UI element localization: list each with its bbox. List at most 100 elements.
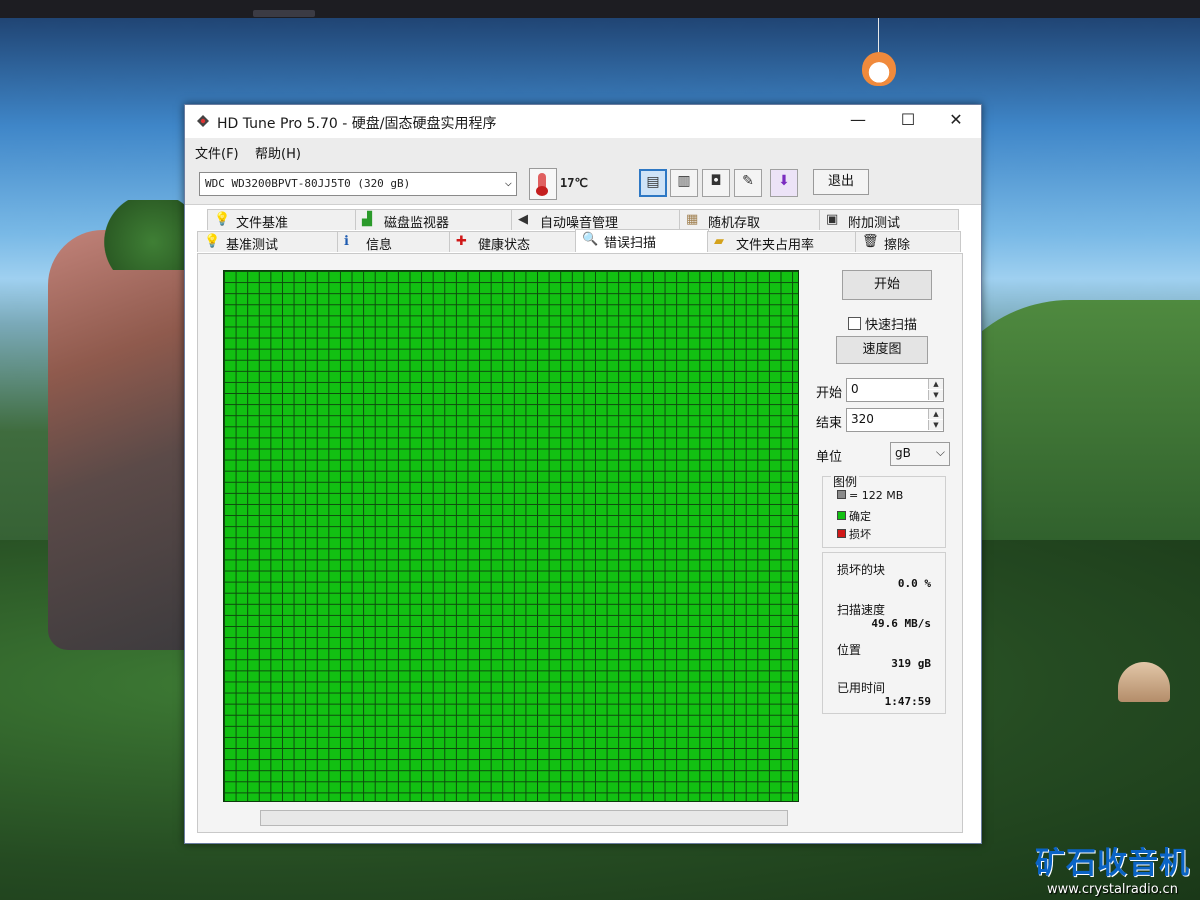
site-watermark: 矿石收音机 www.crystalradio.cn bbox=[1030, 838, 1195, 897]
screenshot-button[interactable]: ◘ bbox=[702, 169, 730, 197]
legend-swatch-ok bbox=[837, 511, 846, 520]
chart-icon: ▟ bbox=[362, 212, 372, 227]
quick-scan-option[interactable]: 快速扫描 bbox=[848, 314, 917, 333]
hd-tune-window: HD Tune Pro 5.70 - 硬盘/固态硬盘实用程序 — ☐ ✕ 文件(… bbox=[184, 104, 982, 844]
close-button[interactable]: ✕ bbox=[933, 105, 979, 135]
menu-help[interactable]: 帮助(H) bbox=[255, 143, 301, 162]
bulb-icon: 💡 bbox=[214, 212, 231, 227]
legend-block-size: = 122 MB bbox=[837, 489, 903, 502]
window-title: HD Tune Pro 5.70 - 硬盘/固态硬盘实用程序 bbox=[217, 116, 497, 132]
thermometer-icon bbox=[529, 168, 557, 200]
tab-label: 随机存取 bbox=[708, 216, 761, 231]
position-value: 319 gB bbox=[891, 657, 931, 670]
spin-up-icon[interactable]: ▲ bbox=[928, 409, 943, 419]
tab-extra-tests[interactable]: ▣ 附加测试 bbox=[819, 209, 959, 231]
desktop-pet-string bbox=[878, 18, 879, 54]
unit-select-value: gB bbox=[895, 446, 911, 460]
speaker-icon: ◀ bbox=[518, 212, 528, 227]
damaged-blocks-value: 0.0 % bbox=[897, 577, 931, 590]
unit-label: 单位 bbox=[816, 450, 843, 465]
info-icon: ℹ bbox=[344, 234, 349, 249]
legend-swatch-block bbox=[837, 490, 846, 499]
download-arrow-icon: ⬇ bbox=[778, 173, 790, 189]
options-button[interactable]: ✎ bbox=[734, 169, 762, 197]
start-scan-button[interactable]: 开始 bbox=[842, 270, 932, 300]
spin-up-icon[interactable]: ▲ bbox=[928, 379, 943, 389]
legend-bad-text: 损坏 bbox=[849, 528, 871, 541]
tab-label: 文件基准 bbox=[236, 216, 289, 231]
spin-down-icon[interactable]: ▼ bbox=[928, 420, 943, 430]
menu-file[interactable]: 文件(F) bbox=[195, 143, 239, 162]
scan-block-grid bbox=[223, 270, 799, 802]
magnifier-icon: 🔍 bbox=[582, 232, 599, 247]
unit-select[interactable]: gB ⌵ bbox=[890, 442, 950, 466]
copy-icon: ▤ bbox=[646, 174, 660, 190]
bulb-icon: 💡 bbox=[204, 234, 221, 249]
chevron-down-icon: ⌵ bbox=[504, 175, 512, 189]
quick-scan-checkbox[interactable] bbox=[848, 317, 861, 330]
start-position-value: 0 bbox=[851, 382, 859, 396]
end-position-field[interactable]: 320 ▲ ▼ bbox=[846, 408, 944, 432]
legend-title: 图例 bbox=[831, 473, 860, 490]
drive-select-value: WDC WD3200BPVT-80JJ5T0 (320 gB) bbox=[205, 177, 411, 190]
tab-error-scan[interactable]: 🔍 错误扫描 bbox=[575, 229, 709, 252]
legend-ok: 确定 bbox=[837, 508, 871, 524]
window-icon: ▣ bbox=[826, 212, 839, 227]
scan-progress-bar bbox=[260, 810, 788, 826]
save-button[interactable]: ⬇ bbox=[770, 169, 798, 197]
exit-button[interactable]: 退出 bbox=[813, 169, 869, 195]
watermark-title: 矿石收音机 bbox=[1035, 846, 1190, 881]
tab-label: 文件夹占用率 bbox=[736, 238, 815, 253]
tab-random-access[interactable]: ▦ 随机存取 bbox=[679, 209, 821, 231]
tab-erase[interactable]: 🗑 擦除 bbox=[855, 231, 961, 253]
tools-icon: ✎ bbox=[742, 173, 754, 189]
tab-file-benchmark[interactable]: 💡 文件基准 bbox=[207, 209, 357, 231]
scan-speed-label: 扫描速度 bbox=[837, 603, 886, 617]
tab-label: 擦除 bbox=[884, 238, 911, 253]
tab-aam[interactable]: ◀ 自动噪音管理 bbox=[511, 209, 681, 231]
tab-label: 磁盘监视器 bbox=[384, 216, 450, 231]
folder-icon: ▰ bbox=[714, 234, 724, 249]
elapsed-time-value: 1:47:59 bbox=[884, 695, 931, 708]
tab-benchmark[interactable]: 💡 基准测试 bbox=[197, 231, 339, 253]
cross-icon: ✚ bbox=[456, 234, 467, 249]
maximize-button[interactable]: ☐ bbox=[885, 105, 931, 135]
tab-label: 附加测试 bbox=[848, 216, 901, 231]
quick-scan-label: 快速扫描 bbox=[865, 318, 918, 333]
copy-all-button[interactable]: ▥ bbox=[670, 169, 698, 197]
camera-icon: ◘ bbox=[710, 173, 722, 189]
start-position-field[interactable]: 0 ▲ ▼ bbox=[846, 378, 944, 402]
tab-health[interactable]: ✚ 健康状态 bbox=[449, 231, 577, 253]
copy-all-icon: ▥ bbox=[677, 173, 691, 189]
temperature-readout: 17℃ bbox=[560, 176, 588, 190]
desktop-pet-icon[interactable] bbox=[862, 52, 896, 86]
start-label: 开始 bbox=[816, 386, 843, 401]
dice-icon: ▦ bbox=[686, 212, 699, 227]
toolbar: WDC WD3200BPVT-80JJ5T0 (320 gB) ⌵ 17℃ ▤ … bbox=[185, 164, 981, 205]
elapsed-time-label: 已用时间 bbox=[837, 681, 886, 695]
tab-info[interactable]: ℹ 信息 bbox=[337, 231, 451, 253]
speed-map-button[interactable]: 速度图 bbox=[836, 336, 928, 364]
drive-select[interactable]: WDC WD3200BPVT-80JJ5T0 (320 gB) ⌵ bbox=[199, 172, 517, 196]
position-label: 位置 bbox=[837, 643, 862, 657]
end-label: 结束 bbox=[816, 416, 843, 431]
title-bar[interactable]: HD Tune Pro 5.70 - 硬盘/固态硬盘实用程序 — ☐ ✕ bbox=[185, 105, 981, 138]
spin-down-icon[interactable]: ▼ bbox=[928, 390, 943, 400]
tab-label: 信息 bbox=[366, 238, 393, 253]
tab-disk-monitor[interactable]: ▟ 磁盘监视器 bbox=[355, 209, 513, 231]
legend-block-size-text: = 122 MB bbox=[849, 489, 904, 502]
minimize-button[interactable]: — bbox=[835, 105, 881, 135]
chevron-down-icon: ⌵ bbox=[935, 445, 945, 459]
tab-label: 健康状态 bbox=[478, 238, 531, 253]
legend-box: 图例 = 122 MB 确定 损坏 bbox=[822, 473, 946, 548]
legend-swatch-bad bbox=[837, 529, 846, 538]
monitor-bezel bbox=[0, 0, 1200, 18]
tab-label: 错误扫描 bbox=[604, 236, 657, 251]
copy-text-button[interactable]: ▤ bbox=[639, 169, 667, 197]
trash-icon: 🗑 bbox=[862, 234, 879, 249]
tab-folder-usage[interactable]: ▰ 文件夹占用率 bbox=[707, 231, 857, 253]
scan-speed-value: 49.6 MB/s bbox=[871, 617, 931, 630]
error-scan-panel: 开始 快速扫描 速度图 开始 0 ▲ ▼ 结束 320 ▲ ▼ 单位 gB ⌵ … bbox=[197, 253, 963, 833]
menu-bar: 文件(F) 帮助(H) bbox=[185, 138, 981, 164]
bezel-slot bbox=[253, 10, 315, 17]
